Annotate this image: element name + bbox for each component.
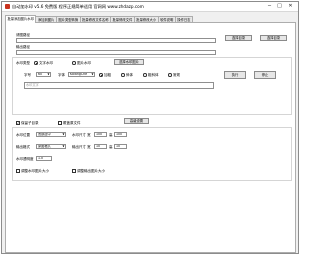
text-watermark-label: 文字水印: [39, 61, 53, 65]
stop-button[interactable]: 停止: [254, 71, 276, 79]
opacity-input[interactable]: 1.0: [36, 156, 52, 161]
output-format-label: 输出格式: [16, 145, 30, 149]
style-bold-radio[interactable]: [143, 73, 147, 77]
text-watermark-radio[interactable]: [34, 61, 38, 65]
image-path-input[interactable]: [16, 38, 216, 43]
minimize-button[interactable]: ─: [265, 2, 274, 11]
wm-height-label: 高: [109, 133, 113, 137]
position-select[interactable]: 底部居中 ▼: [36, 132, 66, 137]
font-select[interactable]: KaiangChe ▼: [68, 72, 95, 77]
opacity-label: 水印透明度: [16, 157, 34, 161]
out-height-label: 高: [109, 145, 113, 149]
title-bar: 自动加水印 v5.6 免费版 程序正规简单适用 官网网 www.zhdazp.c…: [2, 2, 298, 12]
wm-width-label: 水印尺寸 宽: [72, 133, 91, 137]
watermark-text-input[interactable]: 水印文字: [24, 82, 214, 89]
font-size-label: 字号: [24, 73, 31, 77]
overwrite-checkbox[interactable]: [58, 121, 62, 125]
chevron-down-icon: ▼: [47, 73, 50, 76]
app-icon: [5, 4, 10, 9]
output-format-value: 原图格式: [38, 144, 51, 148]
out-width-label: 输出尺寸 宽: [72, 145, 91, 149]
style-italic-label: 斜体: [126, 73, 133, 77]
font-value: KaiangChe: [70, 72, 88, 76]
keep-subdir-label: 保留子目录: [21, 121, 39, 125]
auto-out-size-checkbox[interactable]: [72, 169, 76, 173]
choose-watermark-image-button[interactable]: 选择水印图片: [114, 59, 144, 65]
style-italic-radio[interactable]: [121, 73, 125, 77]
choose-output-button[interactable]: 选择目录: [260, 35, 287, 41]
close-button[interactable]: ✕: [286, 2, 295, 11]
advanced-settings-button[interactable]: 高级设置: [124, 118, 149, 124]
style-bold-label: 粗斜体: [148, 73, 159, 77]
font-label: 字体: [58, 73, 65, 77]
overwrite-label: 覆盖原文件: [63, 121, 81, 125]
type-label: 水印类型: [16, 61, 30, 65]
position-value: 底部居中: [38, 132, 51, 136]
main-panel: 请图路径 选择目录 选择目录 输出路径 水印类型 文字水印 图片水印 选择水印图…: [5, 22, 296, 253]
app-window: 自动加水印 v5.6 免费版 程序正规简单适用 官网网 www.zhdazp.c…: [1, 1, 299, 254]
style-normal-label: 加粗: [104, 73, 111, 77]
font-size-select[interactable]: 60 ▼: [36, 72, 51, 77]
output-format-select[interactable]: 原图格式 ▼: [36, 144, 66, 149]
out-width-input[interactable]: 10: [94, 144, 107, 149]
maximize-button[interactable]: □: [275, 2, 284, 11]
keep-subdir-checkbox[interactable]: ✓: [16, 121, 20, 125]
chevron-down-icon: ▼: [62, 133, 65, 136]
font-size-value: 60: [38, 72, 43, 76]
tab-batch-watermark[interactable]: 批量添加图片水印: [5, 15, 37, 23]
style-regular-label: 常规: [173, 73, 180, 77]
chevron-down-icon: ▼: [62, 145, 65, 148]
chevron-down-icon: ▼: [91, 73, 94, 76]
out-height-input[interactable]: 10: [114, 144, 127, 149]
style-normal-radio[interactable]: [99, 73, 103, 77]
position-label: 水印位置: [16, 133, 30, 137]
output-path-label: 输出路径: [16, 45, 30, 49]
window-title: 自动加水印 v5.6 免费版 程序正规简单适用 官网网 www.zhdazp.c…: [12, 4, 144, 9]
choose-source-button[interactable]: 选择目录: [225, 35, 252, 41]
image-path-label: 请图路径: [16, 33, 30, 37]
run-button[interactable]: 执行: [224, 71, 246, 79]
style-regular-radio[interactable]: [168, 73, 172, 77]
auto-wm-size-label: 调整水印图片大小: [21, 169, 49, 173]
wm-width-input[interactable]: 100: [94, 132, 107, 137]
auto-wm-size-checkbox[interactable]: [16, 169, 20, 173]
wm-height-input[interactable]: 100: [114, 132, 127, 137]
auto-out-size-label: 调整输出图片大小: [77, 169, 105, 173]
image-watermark-label: 图片水印: [77, 61, 91, 65]
output-path-input[interactable]: [16, 50, 216, 55]
image-watermark-radio[interactable]: [72, 61, 76, 65]
